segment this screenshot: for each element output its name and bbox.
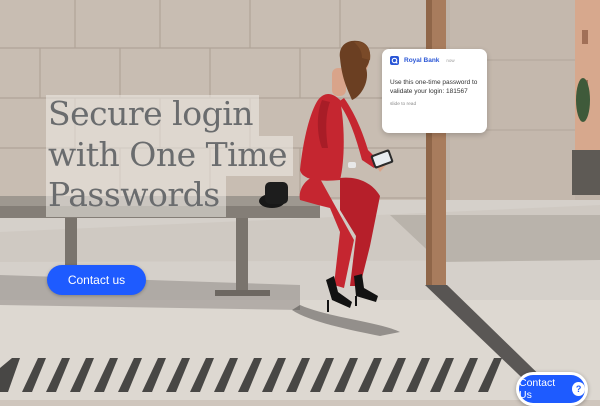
chat-widget-label: Contact Us (519, 377, 556, 401)
otp-notification-card: Royal Bank now Use this one-time passwor… (382, 49, 487, 133)
hero-headline: Secure login with One Time Passwords (46, 95, 294, 217)
hero-section: Secure login with One Time Passwords Con… (0, 0, 600, 400)
headline-line: Secure login (46, 95, 260, 136)
headline-line: with One Time (46, 135, 294, 177)
notification-header: Royal Bank now (390, 56, 479, 65)
notification-time: now (446, 58, 455, 63)
contact-us-button[interactable]: Contact us (47, 265, 146, 295)
notification-hint: slide to read (390, 102, 417, 108)
chat-widget-button[interactable]: Contact Us ? (519, 375, 585, 403)
notification-app-name: Royal Bank (404, 57, 440, 64)
notification-message: Use this one-time password to validate y… (390, 79, 478, 96)
headline-line: Passwords (46, 176, 226, 217)
chat-widget[interactable]: Contact Us ? (516, 372, 588, 406)
question-icon: ? (572, 382, 585, 396)
bank-app-icon (390, 56, 399, 65)
